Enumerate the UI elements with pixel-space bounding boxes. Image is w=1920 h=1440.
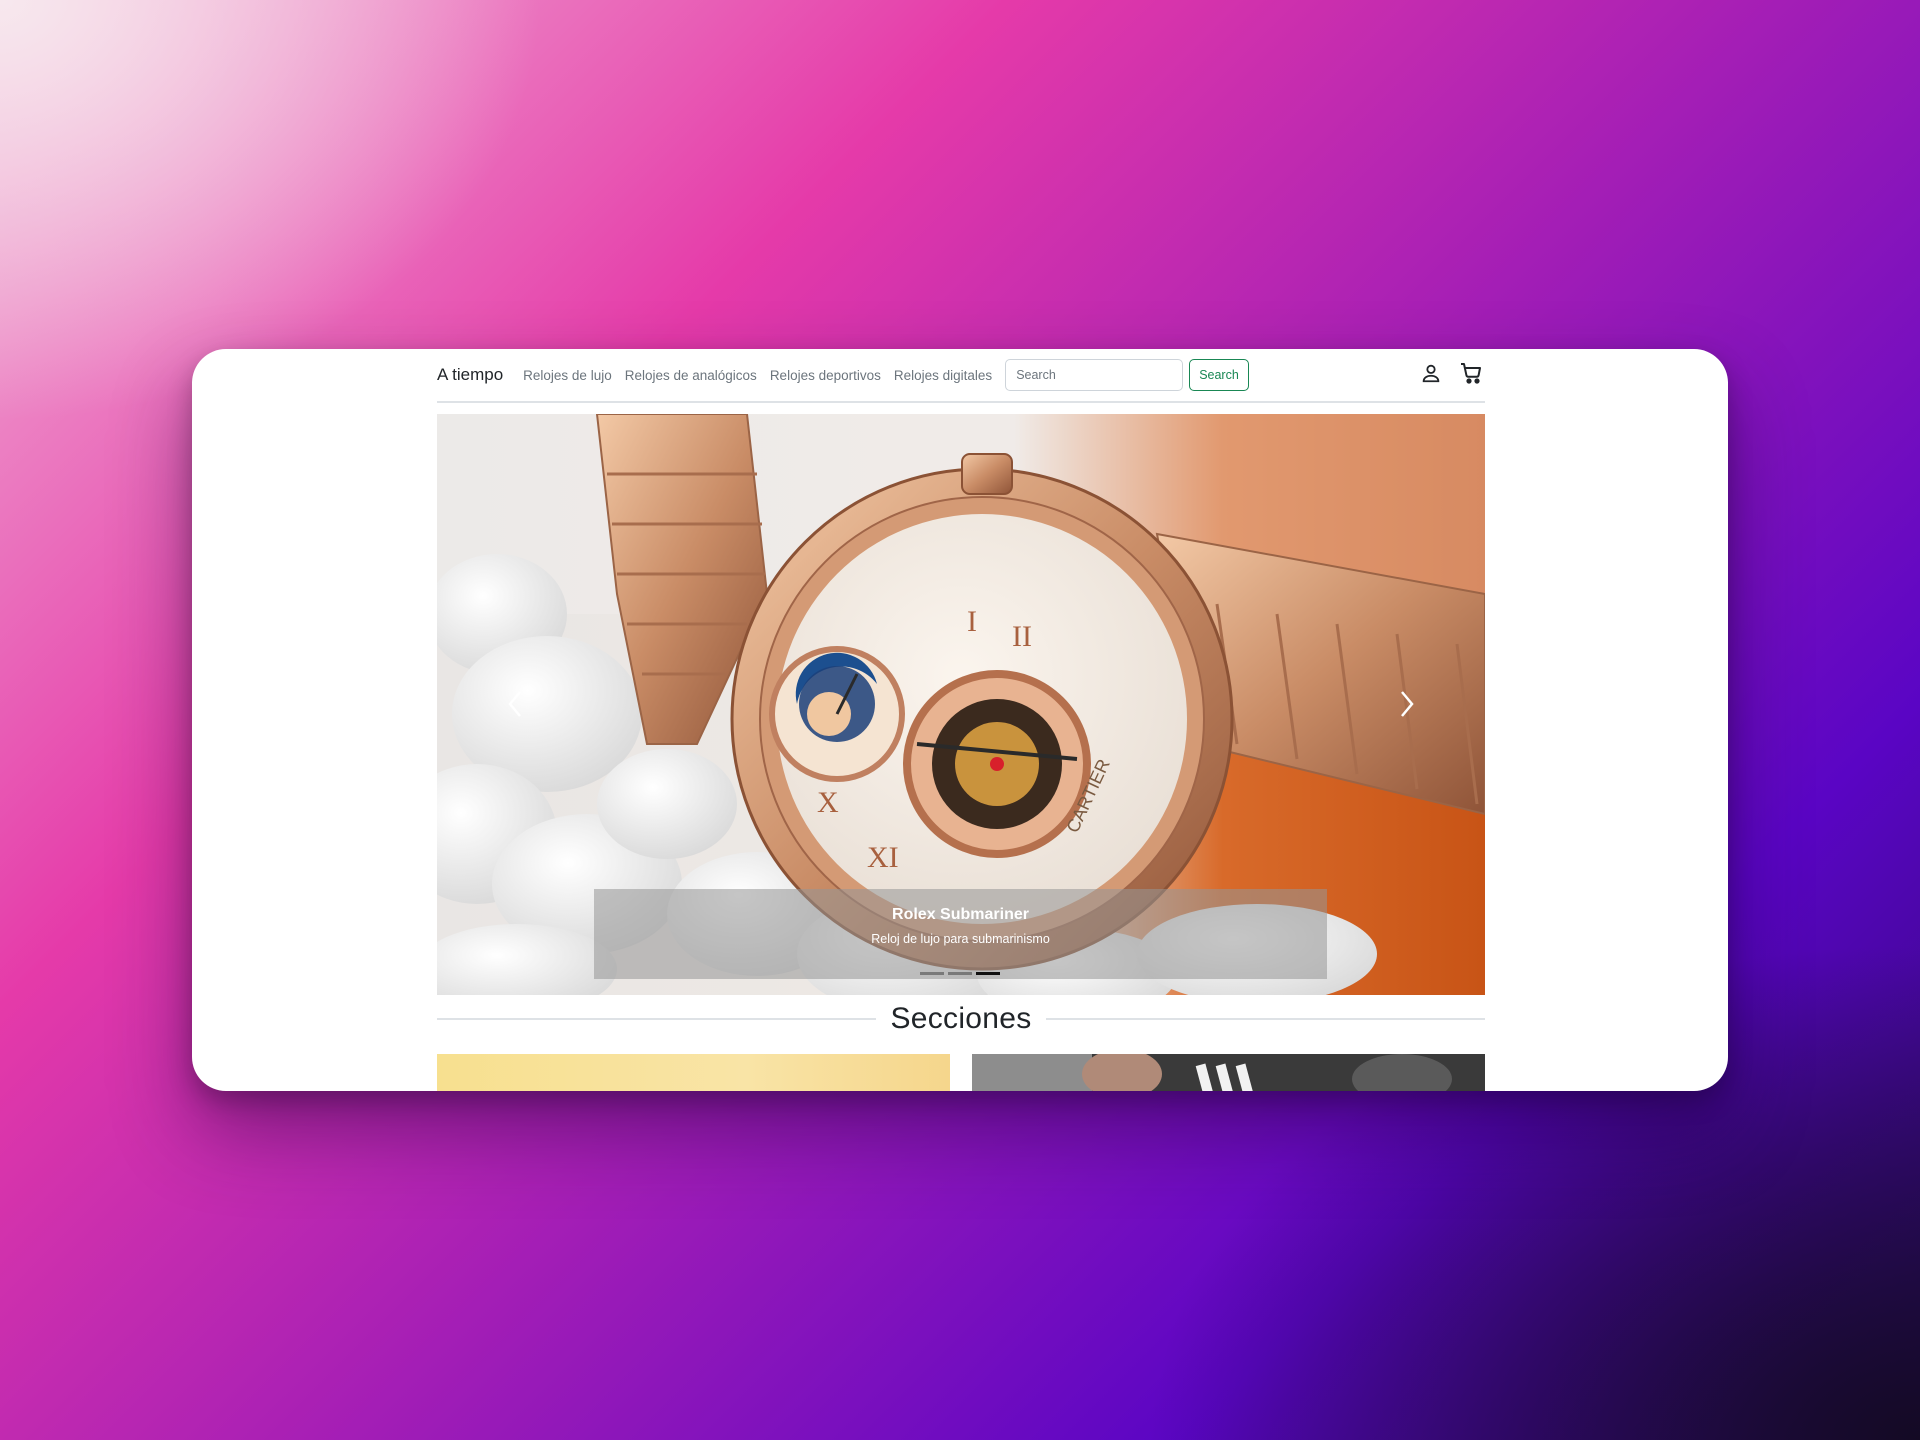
section-heading-row: Secciones (437, 999, 1485, 1039)
svg-text:X: X (817, 786, 839, 819)
svg-text:XI: XI (867, 841, 899, 874)
carousel-indicator-1[interactable] (920, 972, 944, 975)
nav-link-relojes-digitales[interactable]: Relojes digitales (894, 368, 992, 383)
divider-left (437, 1018, 877, 1020)
carousel-indicator-2[interactable] (948, 972, 972, 975)
page-content: A tiempo Relojes de lujo Relojes de anal… (437, 349, 1485, 1091)
cart-icon[interactable] (1457, 359, 1485, 387)
slide-description: Reloj de lujo para submarinismo (871, 932, 1050, 946)
divider-right (1045, 1018, 1485, 1020)
section-card-2-image (972, 1054, 1485, 1091)
browser-window: A tiempo Relojes de lujo Relojes de anal… (192, 349, 1728, 1091)
nav-link-relojes-analogicos[interactable]: Relojes de analógicos (625, 368, 757, 383)
search-button[interactable]: Search (1189, 359, 1249, 391)
navbar: A tiempo Relojes de lujo Relojes de anal… (437, 349, 1485, 403)
section-card-2[interactable] (972, 1054, 1485, 1091)
chevron-right-icon (1401, 691, 1414, 717)
section-title: Secciones (890, 1002, 1032, 1035)
hero-carousel: I II X XI CARTIER Rolex Submariner Reloj… (437, 414, 1485, 995)
chevron-left-icon (508, 691, 521, 717)
carousel-caption: Rolex Submariner Reloj de lujo para subm… (594, 889, 1327, 979)
carousel-prev-button[interactable] (485, 674, 545, 734)
slide-title: Rolex Submariner (892, 906, 1029, 923)
svg-text:II: II (1012, 620, 1032, 653)
carousel-indicator-3[interactable] (976, 972, 1000, 975)
user-icon[interactable] (1417, 359, 1445, 387)
section-card-1[interactable] (437, 1054, 950, 1091)
svg-text:I: I (967, 605, 977, 638)
brand-logo[interactable]: A tiempo (437, 365, 503, 385)
nav-icons (1417, 359, 1485, 387)
nav-link-relojes-deportivos[interactable]: Relojes deportivos (770, 368, 881, 383)
search-input[interactable] (1005, 359, 1184, 391)
carousel-next-button[interactable] (1377, 674, 1437, 734)
carousel-indicators (920, 972, 1000, 975)
nav-link-relojes-de-lujo[interactable]: Relojes de lujo (523, 368, 612, 383)
